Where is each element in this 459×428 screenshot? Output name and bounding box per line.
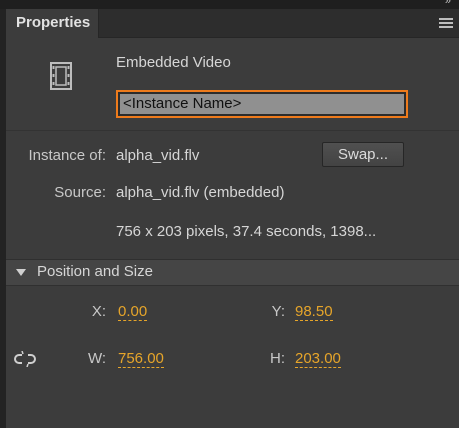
y-label: Y: [271, 303, 285, 320]
position-size-section-header[interactable]: Position and Size [6, 259, 459, 286]
collapse-panel-icon[interactable]: » [445, 0, 451, 7]
section-title: Position and Size [37, 263, 153, 280]
instance-of-label: Instance of: [28, 147, 106, 164]
section-collapse-triangle-icon[interactable] [16, 269, 26, 276]
constrain-proportions-link-icon[interactable] [14, 351, 36, 367]
w-label: W: [87, 350, 106, 367]
tab-properties-label: Properties [16, 14, 91, 31]
symbol-type-label: Embedded Video [116, 54, 231, 71]
instance-name-input[interactable]: <Instance Name> [116, 90, 408, 118]
x-label: X: [91, 303, 106, 320]
panel-tab-bar: Properties [6, 9, 459, 38]
x-value[interactable]: 0.00 [118, 303, 148, 321]
panel-menu-icon[interactable] [439, 18, 453, 29]
instance-name-placeholder: <Instance Name> [120, 94, 404, 114]
h-label: H: [270, 350, 285, 367]
properties-panel: Properties Embedded Video <Instance Name… [6, 9, 459, 428]
instance-of-value: alpha_vid.flv [116, 147, 200, 164]
panel-top-strip: » [0, 0, 459, 9]
source-label: Source: [54, 184, 106, 201]
tab-properties[interactable]: Properties [6, 9, 99, 38]
source-value: alpha_vid.flv (embedded) [116, 184, 285, 201]
w-value[interactable]: 756.00 [118, 350, 164, 368]
h-value[interactable]: 203.00 [295, 350, 341, 368]
divider [6, 130, 459, 131]
video-details: 756 x 203 pixels, 37.4 seconds, 1398... [116, 223, 377, 240]
video-film-icon [50, 62, 72, 90]
swap-button[interactable]: Swap... [322, 142, 404, 167]
y-value[interactable]: 98.50 [295, 303, 333, 321]
